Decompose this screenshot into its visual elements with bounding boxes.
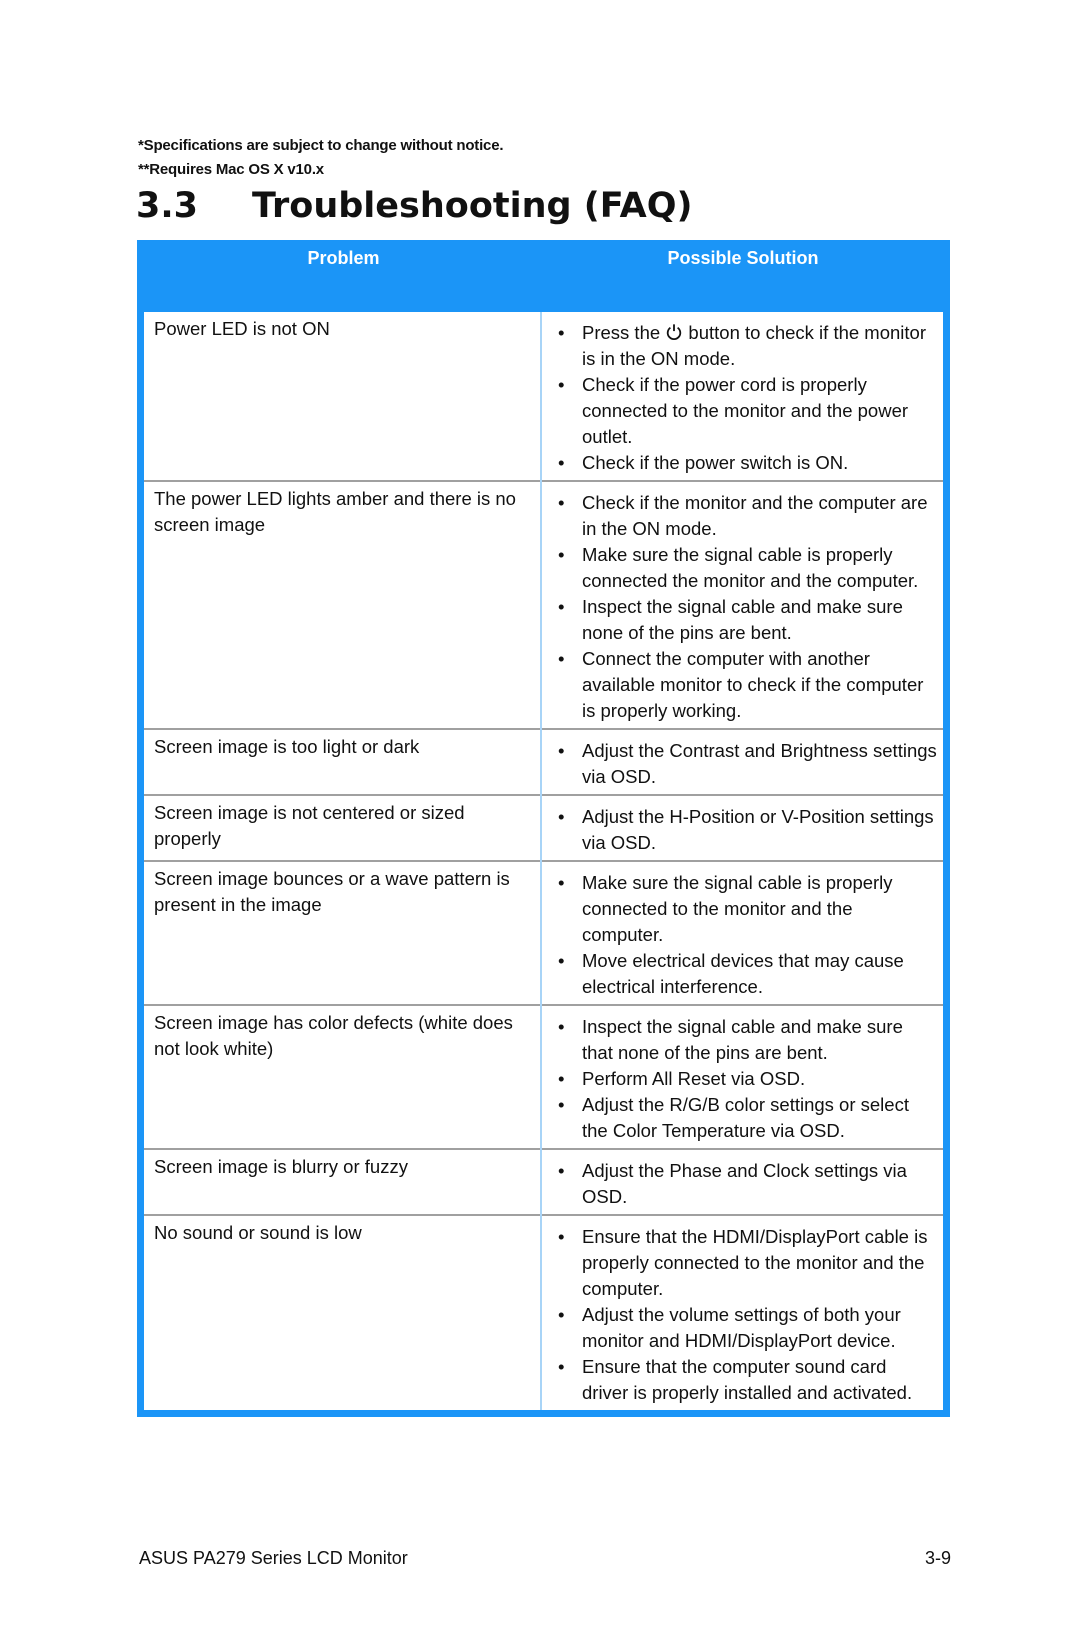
solution-list: Check if the monitor and the computer ar… bbox=[552, 490, 937, 724]
table-row: Screen image bounces or a wave pattern i… bbox=[144, 860, 943, 1005]
solution-item: Move electrical devices that may cause e… bbox=[552, 948, 937, 1000]
problem-cell: Screen image is too light or dark bbox=[144, 728, 542, 795]
solution-cell: Adjust the Phase and Clock settings via … bbox=[541, 1148, 943, 1215]
header-solution: Possible Solution bbox=[667, 248, 819, 268]
footer-title: ASUS PA279 Series LCD Monitor bbox=[139, 1548, 408, 1568]
faq-body: Power LED is not ONPress the button to c… bbox=[144, 312, 943, 1410]
solution-item: Perform All Reset via OSD. bbox=[552, 1066, 937, 1092]
spec-note: *Specifications are subject to change wi… bbox=[138, 137, 504, 154]
header-problem: Problem bbox=[307, 248, 380, 268]
problem-cell: Screen image is not centered or sized pr… bbox=[144, 794, 542, 861]
solution-list: Ensure that the HDMI/DisplayPort cable i… bbox=[552, 1224, 937, 1406]
section-title: 3.3 Troubleshooting (FAQ) bbox=[136, 186, 693, 226]
solution-cell: Adjust the Contrast and Brightness setti… bbox=[541, 728, 943, 795]
solution-list: Adjust the H-Position or V-Position sett… bbox=[552, 804, 937, 856]
solution-item: Ensure that the computer sound card driv… bbox=[552, 1354, 937, 1406]
problem-cell: Screen image bounces or a wave pattern i… bbox=[144, 860, 542, 1005]
table-row: Power LED is not ONPress the button to c… bbox=[144, 312, 943, 481]
solution-item: Adjust the volume settings of both your … bbox=[552, 1302, 937, 1354]
solution-cell: Check if the monitor and the computer ar… bbox=[541, 480, 943, 729]
solution-cell: Press the button to check if the monitor… bbox=[541, 312, 943, 481]
problem-cell: Screen image has color defects (white do… bbox=[144, 1004, 542, 1149]
footnotes: *Specifications are subject to change wi… bbox=[138, 134, 504, 182]
page-footer: ASUS PA279 Series LCD Monitor 3-9 bbox=[139, 1548, 951, 1569]
solution-item: Adjust the Phase and Clock settings via … bbox=[552, 1158, 937, 1210]
solution-list: Press the button to check if the monitor… bbox=[552, 320, 937, 476]
solution-text: Press the bbox=[582, 322, 666, 343]
solution-item: Ensure that the HDMI/DisplayPort cable i… bbox=[552, 1224, 937, 1302]
table-header: Problem Possible Solution bbox=[144, 240, 943, 312]
solution-cell: Inspect the signal cable and make sure t… bbox=[541, 1004, 943, 1149]
solution-cell: Ensure that the HDMI/DisplayPort cable i… bbox=[541, 1214, 943, 1410]
solution-list: Adjust the Contrast and Brightness setti… bbox=[552, 738, 937, 790]
table-row: No sound or sound is lowEnsure that the … bbox=[144, 1214, 943, 1410]
solution-item: Make sure the signal cable is properly c… bbox=[552, 542, 937, 594]
problem-cell: The power LED lights amber and there is … bbox=[144, 480, 542, 729]
solution-item: Inspect the signal cable and make sure n… bbox=[552, 594, 937, 646]
solution-list: Inspect the signal cable and make sure t… bbox=[552, 1014, 937, 1144]
page-number: 3-9 bbox=[924, 1548, 951, 1568]
solution-item: Make sure the signal cable is properly c… bbox=[552, 870, 937, 948]
table-row: Screen image is blurry or fuzzyAdjust th… bbox=[144, 1148, 943, 1215]
solution-item: Adjust the R/G/B color settings or selec… bbox=[552, 1092, 937, 1144]
table-row: Screen image has color defects (white do… bbox=[144, 1004, 943, 1149]
solution-item: Check if the power cord is properly conn… bbox=[552, 372, 937, 450]
section-number: 3.3 bbox=[136, 186, 199, 226]
faq-table: Problem Possible Solution Power LED is n… bbox=[137, 240, 950, 1417]
solution-cell: Adjust the H-Position or V-Position sett… bbox=[541, 794, 943, 861]
solution-item: Inspect the signal cable and make sure t… bbox=[552, 1014, 937, 1066]
problem-cell: Power LED is not ON bbox=[144, 312, 542, 481]
solution-cell: Make sure the signal cable is properly c… bbox=[541, 860, 943, 1005]
solution-item: Adjust the H-Position or V-Position sett… bbox=[552, 804, 937, 856]
solution-item: Connect the computer with another availa… bbox=[552, 646, 937, 724]
solution-item: Press the button to check if the monitor… bbox=[552, 320, 937, 372]
problem-cell: Screen image is blurry or fuzzy bbox=[144, 1148, 542, 1215]
solution-list: Make sure the signal cable is properly c… bbox=[552, 870, 937, 1000]
mac-note: **Requires Mac OS X v10.x bbox=[138, 161, 324, 178]
table-row: The power LED lights amber and there is … bbox=[144, 480, 943, 729]
table-row: Screen image is too light or darkAdjust … bbox=[144, 728, 943, 795]
section-heading: Troubleshooting (FAQ) bbox=[252, 186, 693, 226]
problem-cell: No sound or sound is low bbox=[144, 1214, 542, 1410]
solution-item: Check if the power switch is ON. bbox=[552, 450, 937, 476]
solution-item: Adjust the Contrast and Brightness setti… bbox=[552, 738, 937, 790]
table-row: Screen image is not centered or sized pr… bbox=[144, 794, 943, 861]
power-icon bbox=[665, 322, 683, 341]
solution-item: Check if the monitor and the computer ar… bbox=[552, 490, 937, 542]
solution-list: Adjust the Phase and Clock settings via … bbox=[552, 1158, 937, 1210]
